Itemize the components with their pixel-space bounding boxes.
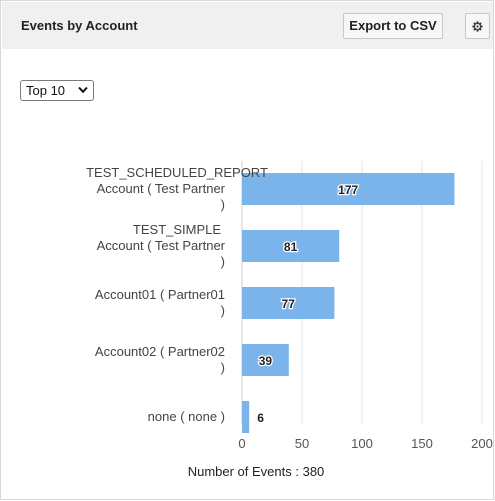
category-label: Account01 ( Partner01 — [95, 287, 225, 302]
category-label: ) — [221, 303, 225, 318]
bar-value-label: 177 — [338, 183, 358, 197]
category-label: Account02 ( Partner02 — [95, 344, 225, 359]
bar-value-label: 81 — [284, 240, 298, 254]
category-label: TEST_SCHEDULED_REPORT — [86, 165, 268, 180]
category-label: ) — [221, 360, 225, 375]
x-tick-label: 100 — [351, 436, 373, 451]
bar-value-label: 39 — [259, 354, 273, 368]
events-bar-chart: 0 50 100 150 200TEST_SCHEDULED_REPORTAccount… — [86, 161, 493, 479]
x-tick-label: 200 — [471, 436, 493, 451]
x-tick-label: 50 — [295, 436, 309, 451]
x-tick-label: 0 — [238, 436, 245, 451]
bar-value-label: 6 — [257, 411, 264, 425]
bar — [242, 401, 250, 433]
category-label: Account ( Test Partner — [97, 181, 226, 196]
category-label: ) — [221, 197, 225, 212]
bar-value-label: 77 — [282, 297, 296, 311]
category-label: none ( none ) — [148, 409, 225, 424]
events-by-account-widget: Events by Account Export to CSV Top 10 0… — [0, 0, 494, 500]
x-axis-title: Number of Events : 380 — [188, 464, 325, 479]
category-label: Account ( Test Partner — [97, 238, 226, 253]
x-tick-label: 150 — [411, 436, 433, 451]
category-label: ) — [221, 254, 225, 269]
category-label: TEST_SIMPLE — [133, 222, 221, 237]
